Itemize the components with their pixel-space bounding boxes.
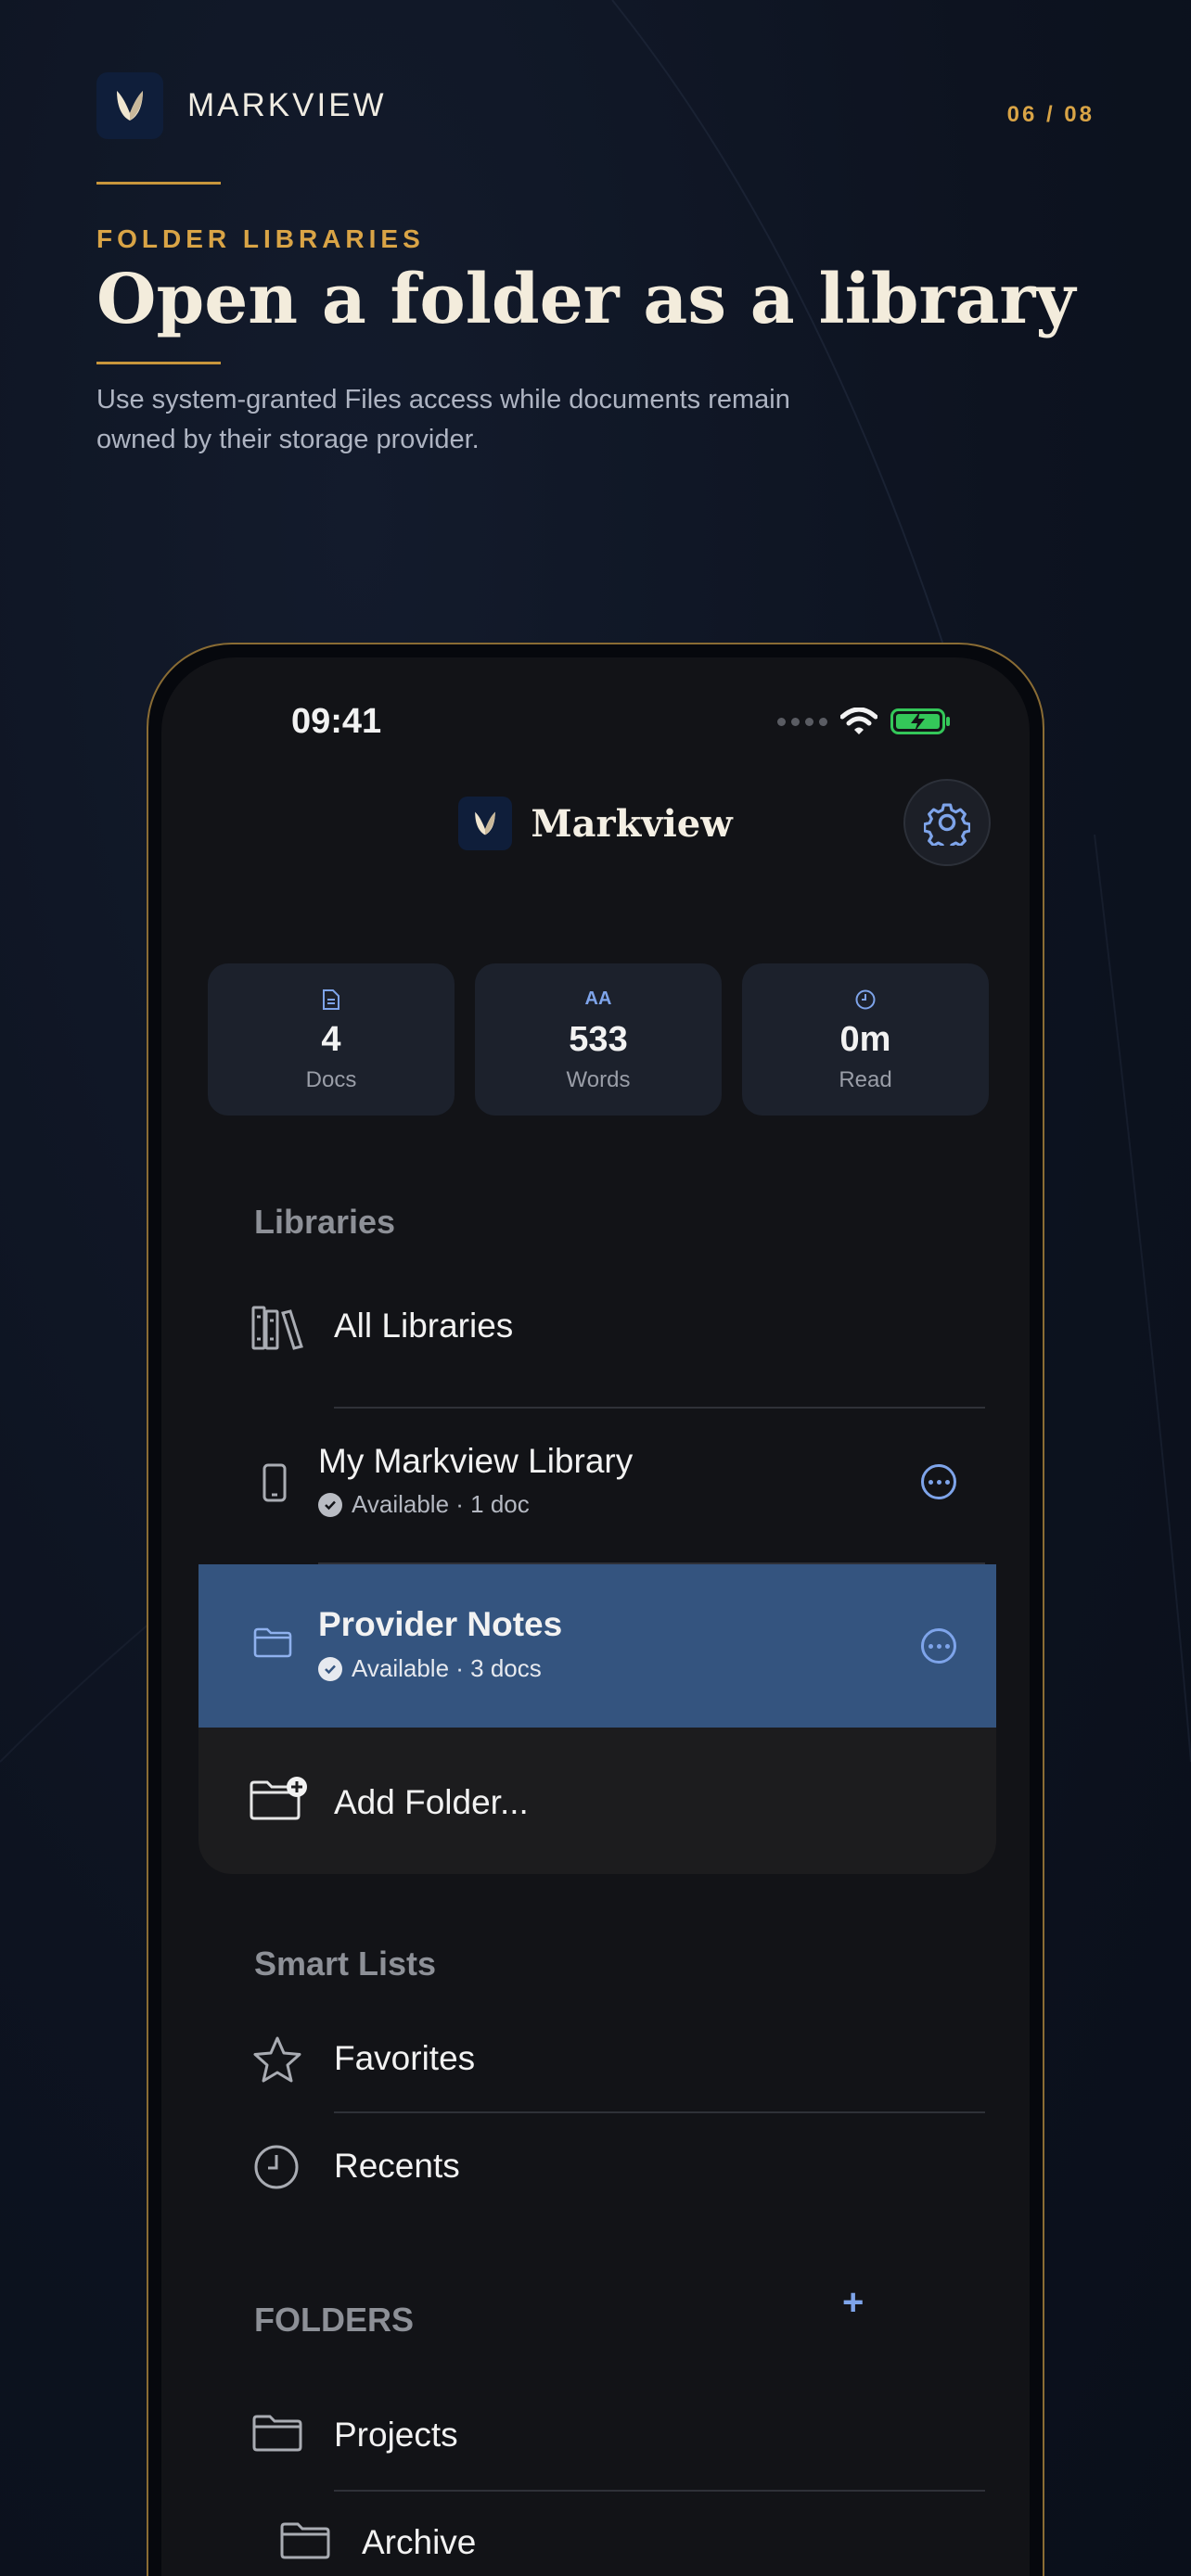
smart-list-recents[interactable]: Recents <box>334 2147 460 2186</box>
checkmark-icon <box>318 1492 342 1517</box>
library-name-my-markview[interactable]: My Markview Library <box>318 1442 633 1481</box>
add-folder-card[interactable] <box>198 1728 996 1874</box>
add-folder-button[interactable]: Add Folder... <box>334 1783 529 1822</box>
section-title-smart-lists: Smart Lists <box>254 1945 437 1983</box>
battery-charging-icon <box>890 708 950 734</box>
stat-value: 533 <box>569 1019 628 1059</box>
phone-icon <box>254 1460 295 1505</box>
app-logo-icon <box>458 797 513 850</box>
checkmark-icon <box>318 1656 342 1681</box>
stat-card-words: AA 533 Words <box>475 963 722 1116</box>
divider-top <box>96 182 221 185</box>
library-status: Available · 3 docs <box>318 1654 542 1683</box>
selected-library-row[interactable] <box>198 1564 996 1728</box>
markview-logo-icon <box>96 72 163 139</box>
library-name-provider-notes[interactable]: Provider Notes <box>318 1605 562 1644</box>
divider-bottom <box>96 362 221 364</box>
phone-screen: 09:41 Markview 4 Docs AA 533 Words 0m Re… <box>161 657 1030 2576</box>
more-options-button[interactable] <box>921 1628 956 1664</box>
phone-frame: 09:41 Markview 4 Docs AA 533 Words 0m Re… <box>147 643 1044 2576</box>
section-title-libraries: Libraries <box>254 1203 396 1241</box>
stat-label: Docs <box>305 1066 357 1092</box>
section-title-folders: FOLDERS <box>254 2301 415 2339</box>
status-time: 09:41 <box>291 702 382 741</box>
page-title: Open a folder as a library <box>96 260 1076 339</box>
star-icon <box>250 2034 304 2085</box>
stat-value: 0m <box>839 1019 891 1059</box>
clock-icon <box>250 2141 302 2193</box>
stat-value: 4 <box>321 1019 341 1059</box>
folder-icon <box>252 1624 293 1661</box>
folder-item-archive[interactable]: Archive <box>362 2523 476 2562</box>
divider <box>334 2111 985 2113</box>
smart-list-favorites[interactable]: Favorites <box>334 2039 475 2078</box>
eyebrow-label: FOLDER LIBRARIES <box>96 224 425 253</box>
add-folder-plus-button[interactable]: + <box>842 2282 864 2324</box>
stat-card-docs: 4 Docs <box>208 963 455 1116</box>
clock-icon <box>854 987 877 1013</box>
cellular-signal-icon <box>777 717 827 726</box>
folder-item-projects[interactable]: Projects <box>334 2416 458 2455</box>
add-folder-icon <box>249 1776 308 1822</box>
gear-icon <box>924 803 970 846</box>
status-icons <box>777 708 952 735</box>
stat-label: Words <box>566 1066 631 1092</box>
stat-label: Read <box>839 1066 892 1092</box>
app-title: Markview <box>161 797 1030 850</box>
settings-button[interactable] <box>903 779 991 866</box>
folder-icon <box>250 2410 304 2455</box>
brand-name: MARKVIEW <box>187 87 387 123</box>
brand-header: MARKVIEW <box>96 72 387 139</box>
stat-card-read: 0m Read <box>742 963 989 1116</box>
library-status: Available · 1 doc <box>318 1490 530 1519</box>
books-icon <box>250 1301 306 1353</box>
more-options-button[interactable] <box>921 1464 956 1499</box>
folder-icon <box>278 2518 332 2562</box>
divider <box>334 2490 985 2492</box>
text-size-icon: AA <box>584 988 612 1009</box>
app-name: Markview <box>531 801 733 846</box>
stats-row: 4 Docs AA 533 Words 0m Read <box>208 963 989 1116</box>
all-libraries-item[interactable]: All Libraries <box>334 1307 513 1345</box>
wifi-icon <box>840 708 877 734</box>
document-icon <box>322 987 340 1013</box>
page-indicator: 06 / 08 <box>1006 102 1095 127</box>
divider <box>334 1407 985 1409</box>
page-subtitle: Use system-granted Files access while do… <box>96 385 790 454</box>
